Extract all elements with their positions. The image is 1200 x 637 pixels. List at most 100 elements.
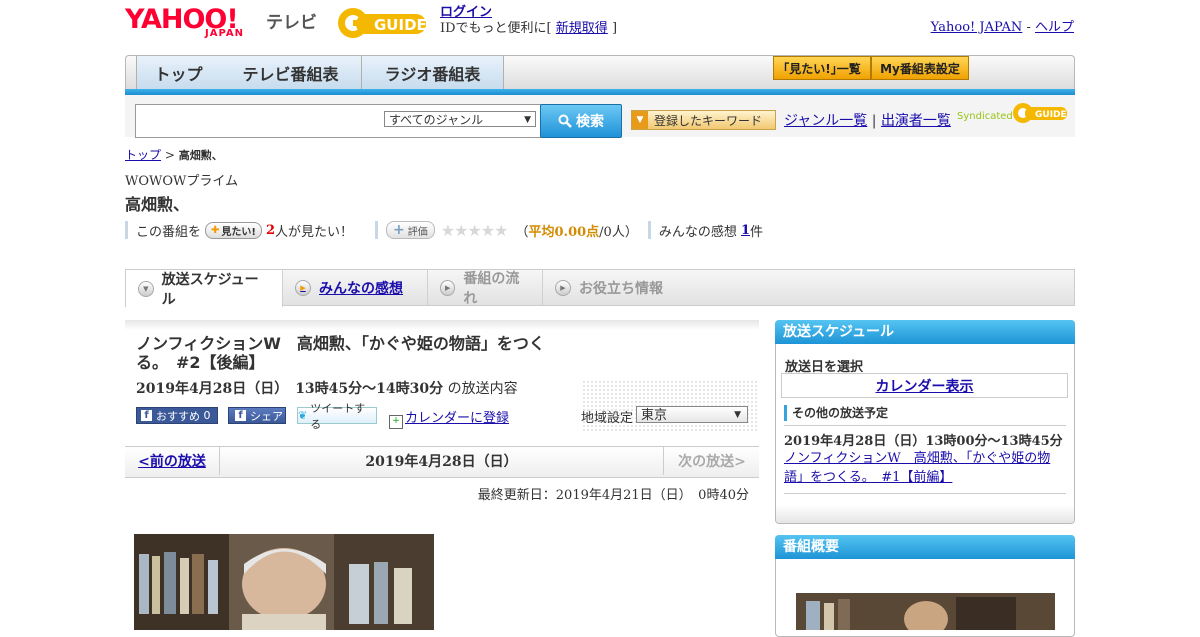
tab-program-flow-label: 番組の流れ (463, 270, 520, 307)
tab-program-flow: ▶ 番組の流れ (428, 270, 543, 307)
chevron-right-icon: ▶ (295, 279, 311, 296)
login-prefix-text: IDでもっと便利に[ (440, 21, 552, 36)
signup-link[interactable]: 新規取得 (556, 21, 608, 36)
gguide-small-logo: GUIDE (1013, 103, 1067, 123)
other-schedule-heading: その他の放送予定 (784, 405, 888, 421)
tweet-label: ツイートする (310, 401, 366, 431)
schedule-box-title: 放送スケジュール (775, 320, 1075, 344)
region-select[interactable]: 東京 ▼ (636, 406, 748, 423)
tab-schedule[interactable]: ▼ 放送スケジュール (125, 270, 283, 308)
next-broadcast: 次の放送> (663, 447, 760, 475)
calendar-display: カレンダー表示 (781, 373, 1068, 398)
star-rating-icons: ★★★★★ (440, 220, 509, 240)
chevron-down-icon: ▼ (734, 410, 741, 420)
mitai-button-label: 見たい! (221, 226, 256, 238)
login-suffix-text: ] (611, 21, 618, 36)
program-stats: この番組を ✚ 見たい! 2 人が見たい！ + 評価 ★★★★★ （平均0.00… (125, 220, 773, 240)
genre-list-link[interactable]: ジャンル一覧 (784, 113, 867, 129)
nav-tab-radio-schedule[interactable]: ラジオ番組表 (362, 56, 504, 89)
gguide-logo-text: GUIDE (374, 16, 427, 34)
facebook-share-button[interactable]: f シェア (228, 407, 286, 424)
chevron-right-icon: ▶ (440, 279, 456, 296)
genre-select[interactable]: すべてのジャンル ▼ (384, 111, 536, 127)
tv-label: テレビ (266, 13, 317, 33)
genre-select-value: すべてのジャンル (389, 113, 484, 127)
calendar-register-link[interactable]: カレンダーに登録 (405, 411, 509, 426)
rate-button[interactable]: + 評価 (386, 221, 435, 239)
link-separator: - (1026, 20, 1031, 35)
episode-title: ノンフィクションW 高畑勲、「かぐや姫の物語」をつくる。 #2【後編】 (136, 334, 545, 372)
performers-list-link[interactable]: 出演者一覧 (881, 113, 951, 129)
gguide-logo[interactable]: GUIDE (336, 6, 432, 40)
search-button-label: 検索 (576, 114, 604, 130)
episode-date-time: 2019年4月28日（日） 13時45分～14時30分 (136, 381, 444, 397)
mitai-count: 2 (265, 222, 276, 238)
my-schedule-button[interactable]: My番組表設定 (871, 56, 969, 80)
yahoo-japan-logo-text: JAPAN (205, 28, 244, 39)
yahoo-japan-link[interactable]: Yahoo! JAPAN (931, 20, 1023, 35)
schedule-box-footer (776, 505, 1074, 523)
channel-name: WOWOWプライム (125, 174, 239, 189)
divider (784, 493, 1066, 494)
mitai-prefix: この番組を (136, 224, 202, 240)
triangle-down-icon: ▼ (632, 111, 648, 129)
region-label: 地域設定 (581, 411, 634, 426)
kanso-stat: みんなの感想 1件 (647, 221, 764, 240)
facebook-share-label: シェア (250, 409, 283, 423)
search-links: ジャンル一覧 | 出演者一覧 (784, 110, 951, 130)
rating-stat: + 評価 ★★★★★ （平均0.00点/0人） (375, 220, 638, 240)
plus-icon: + (393, 222, 405, 238)
nav-tab-tv-schedule[interactable]: テレビ番組表 (220, 56, 362, 89)
episode-header-shade (125, 320, 759, 330)
prev-broadcast-link[interactable]: <前の放送 (138, 451, 206, 471)
plus-icon: ✚ (211, 224, 220, 236)
nav-tab-top[interactable]: トップ (136, 56, 221, 89)
syndicated-label: Syndicated (957, 111, 1013, 122)
registered-keyword-label: 登録したキーワード (654, 113, 763, 128)
breadcrumb-top-link[interactable]: トップ (125, 148, 161, 162)
mitai-button[interactable]: ✚ 見たい! (205, 221, 262, 239)
kanso-suffix: 件 (750, 224, 764, 240)
program-photo (134, 534, 434, 630)
breadcrumb-current: 高畑勲、 (178, 149, 223, 162)
mitai-list-button[interactable]: ｢見たい!｣一覧 (773, 56, 871, 80)
tab-useful-info-label: お役立ち情報 (579, 280, 663, 297)
pager-date: 2019年4月28日（日） (365, 454, 518, 470)
other-schedule-item: ノンフィクションW 高畑勲、「かぐや姫の物語」をつくる。 #1【前編】 (784, 449, 1066, 487)
other-schedule-date: 2019年4月28日（日）13時00分～13時45分 (784, 434, 1063, 449)
facebook-recommend-button[interactable]: f おすすめ 0 (136, 407, 218, 424)
overview-photo-image (796, 593, 1055, 630)
search-link-separator: | (871, 113, 877, 129)
registered-keyword-button[interactable]: ▼ 登録したキーワード (631, 110, 776, 130)
kanso-label: みんなの感想 (658, 224, 737, 240)
breadcrumb: トップ > 高畑勲、 (125, 146, 223, 163)
chevron-down-icon: ▼ (524, 115, 531, 125)
rate-button-label: 評価 (407, 226, 428, 238)
calendar-display-link[interactable]: カレンダー表示 (876, 376, 974, 396)
rating-average: 平均0.00点 (528, 224, 600, 240)
mitai-suffix: 人が見たい！ (275, 224, 354, 240)
region-select-value: 東京 (641, 408, 668, 423)
chevron-down-icon: ▼ (138, 280, 154, 297)
program-title: 高畑勲、 (125, 195, 190, 214)
gguide-small-logo-text: GUIDE (1035, 110, 1067, 120)
tweet-button[interactable]: ❦ ツイートする (297, 402, 377, 431)
tab-reviews-label: みんなの感想 (319, 280, 403, 297)
facebook-icon: f (141, 410, 152, 421)
top-right-links: Yahoo! JAPAN - ヘルプ (931, 16, 1074, 35)
help-link[interactable]: ヘルプ (1035, 20, 1074, 35)
other-schedule-link[interactable]: ノンフィクションW 高畑勲、「かぐや姫の物語」をつくる。 #1【前編】 (784, 451, 1050, 485)
login-link[interactable]: ログイン (440, 5, 492, 20)
tab-useful-info: ▶ お役立ち情報 (543, 270, 677, 305)
overview-box-title: 番組概要 (775, 535, 1075, 559)
kanso-count-link[interactable]: 1 (741, 223, 750, 238)
last-updated: 最終更新日：2019年4月21日（日） 0時40分 (477, 488, 749, 503)
rating-count: /0人） (599, 224, 638, 240)
episode-date-suffix: の放送内容 (447, 381, 518, 397)
login-area: ログイン IDでもっと便利に[ 新規取得 ] (440, 5, 617, 37)
breadcrumb-separator: > (164, 148, 175, 162)
facebook-recommend-count: 0 (203, 409, 211, 422)
prev-broadcast: <前の放送 (125, 447, 220, 475)
search-button[interactable]: 検索 (540, 104, 622, 138)
tab-reviews[interactable]: ▶ みんなの感想 (283, 270, 428, 305)
